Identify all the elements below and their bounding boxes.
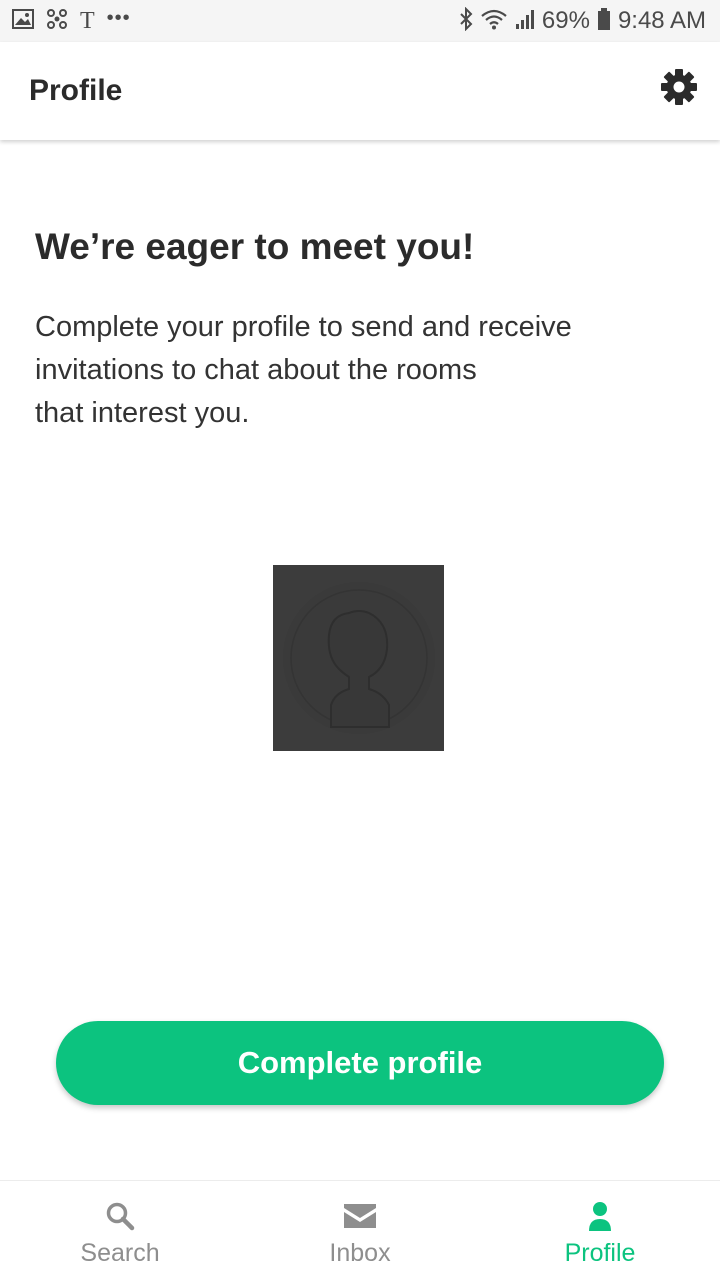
wifi-icon	[480, 8, 508, 35]
avatar-placeholder	[273, 565, 444, 751]
t-icon: T	[80, 7, 95, 34]
image-icon	[12, 8, 34, 34]
status-bar-left: T •••	[12, 6, 143, 35]
nav-item-profile[interactable]: Profile	[480, 1181, 720, 1280]
battery-percent: 69%	[541, 7, 590, 34]
bluetooth-icon	[459, 6, 473, 36]
envelope-icon	[344, 1203, 376, 1233]
search-icon	[105, 1201, 135, 1236]
nav-label-search: Search	[80, 1239, 160, 1267]
status-bar: T ••• 69% 9:48 AM	[0, 0, 720, 42]
description-line: Complete your profile to send and receiv…	[35, 311, 572, 343]
profile-description: Complete your profile to send and receiv…	[35, 306, 675, 435]
bluetooth-share-icon	[46, 8, 68, 35]
complete-profile-label: Complete profile	[237, 1045, 483, 1080]
nav-item-inbox[interactable]: Inbox	[240, 1181, 480, 1280]
nav-label-inbox: Inbox	[329, 1239, 391, 1267]
user-silhouette-icon	[273, 582, 444, 755]
status-time: 9:48 AM	[617, 7, 706, 34]
description-line: that interest you.	[35, 397, 250, 429]
signal-icon	[515, 8, 535, 35]
person-icon	[588, 1201, 612, 1236]
profile-heading: We’re eager to meet you!	[35, 226, 475, 267]
gear-icon	[660, 68, 698, 111]
status-bar-right: 69% 9:48 AM	[452, 6, 706, 36]
bottom-nav: Search Inbox Profile	[0, 1180, 720, 1280]
nav-item-search[interactable]: Search	[0, 1181, 240, 1280]
description-line: invitations to chat about the rooms	[35, 354, 477, 386]
page-title: Profile	[29, 74, 123, 107]
settings-button[interactable]	[656, 66, 702, 112]
more-dots-icon: •••	[106, 6, 131, 29]
battery-icon	[597, 7, 611, 36]
complete-profile-button[interactable]: Complete profile	[56, 1021, 664, 1105]
app-bar: Profile	[0, 42, 720, 140]
nav-label-profile: Profile	[564, 1239, 636, 1267]
